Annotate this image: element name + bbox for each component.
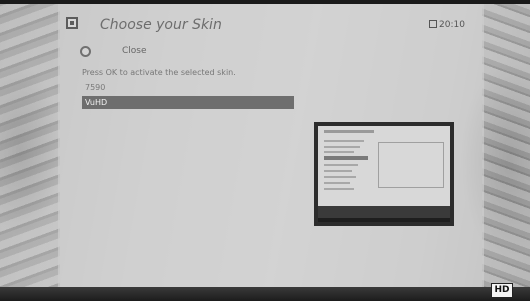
preview-line bbox=[324, 188, 354, 190]
background-rock-right bbox=[482, 0, 530, 301]
preview-title-bar bbox=[324, 130, 374, 133]
skin-preview bbox=[314, 122, 454, 226]
preview-line bbox=[324, 164, 358, 166]
letterbox-bottom bbox=[0, 287, 530, 301]
close-label: Close bbox=[122, 46, 147, 56]
preview-info-box bbox=[378, 142, 444, 188]
hd-badge: HD bbox=[491, 283, 513, 298]
clock: 20:10 bbox=[429, 20, 465, 30]
preview-infobar-strip bbox=[318, 218, 450, 222]
clock-time: 20:10 bbox=[439, 20, 465, 30]
menu-icon bbox=[66, 17, 78, 29]
background-rock-left bbox=[0, 0, 60, 301]
skin-preview-thumbnail bbox=[318, 126, 450, 222]
preview-line bbox=[324, 151, 354, 153]
preview-selection bbox=[324, 156, 368, 160]
skin-selection-dialog: Choose your Skin 20:10 Close Press OK to… bbox=[58, 4, 484, 287]
skin-list-item-selected[interactable]: VuHD bbox=[82, 96, 294, 109]
preview-infobar bbox=[318, 206, 450, 218]
preview-line bbox=[324, 146, 360, 148]
preview-line bbox=[324, 182, 350, 184]
preview-line bbox=[324, 140, 364, 142]
dialog-header: Choose your Skin 20:10 bbox=[58, 4, 484, 38]
skin-list-item[interactable]: 7590 bbox=[82, 81, 294, 94]
clock-icon bbox=[429, 20, 437, 28]
instruction-text: Press OK to activate the selected skin. bbox=[82, 68, 236, 77]
preview-line bbox=[324, 176, 356, 178]
red-button-icon bbox=[80, 46, 91, 57]
preview-line bbox=[324, 170, 352, 172]
page-title: Choose your Skin bbox=[100, 17, 222, 33]
